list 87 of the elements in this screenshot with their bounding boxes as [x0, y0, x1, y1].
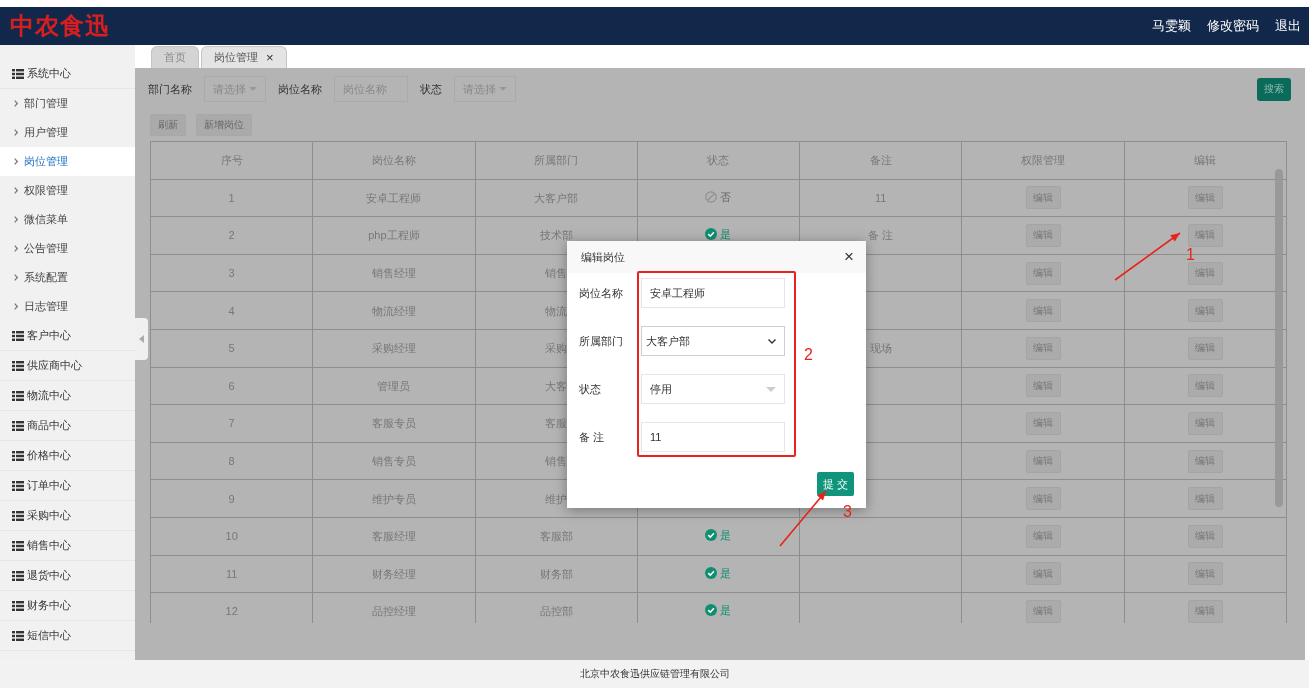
check-icon: [705, 566, 718, 579]
chevron-icon: [768, 338, 776, 344]
header-link[interactable]: 退出: [1275, 17, 1301, 35]
table-cell: 3: [228, 267, 235, 280]
status-text: 是: [720, 528, 732, 543]
table-cell: 9: [228, 492, 235, 505]
sidebar-item[interactable]: 微信菜单: [0, 205, 135, 234]
field-label: 部门名称: [148, 81, 192, 97]
field-label: 岗位名称: [278, 81, 322, 97]
sidebar-item[interactable]: 系统配置: [0, 263, 135, 292]
chevron-icon: [14, 274, 18, 281]
sidebar-item[interactable]: 部门管理: [0, 89, 135, 118]
scrollbar[interactable]: [1275, 169, 1283, 507]
list-icon: [12, 510, 24, 521]
chevron-icon: [14, 245, 18, 252]
tab[interactable]: 首页: [151, 46, 199, 68]
list-icon: [12, 330, 24, 341]
tab[interactable]: 岗位管理 ×: [201, 46, 287, 68]
chevron-icon: [14, 216, 18, 223]
submit-button[interactable]: 提 交: [817, 472, 854, 496]
select-field[interactable]: 停用: [641, 374, 785, 404]
status-text: 是: [720, 227, 732, 242]
input-field[interactable]: 11: [641, 422, 785, 452]
field-label: 备 注: [579, 429, 606, 445]
list-icon: [12, 420, 24, 431]
logo-text: 中农食迅: [10, 12, 110, 41]
table-cell: 8: [228, 455, 235, 468]
caret-icon: [766, 386, 776, 392]
sidebar-item[interactable]: 公告管理: [0, 234, 135, 263]
table-cell: 11: [225, 567, 238, 580]
table-cell: 4: [228, 304, 235, 317]
list-icon: [12, 540, 24, 551]
list-icon: [12, 600, 24, 611]
header-link[interactable]: 修改密码: [1207, 17, 1259, 35]
list-icon: [12, 450, 24, 461]
list-icon: [12, 360, 24, 371]
arrow: [779, 490, 827, 547]
table-cell: 12: [225, 605, 238, 618]
table-cell: 10: [225, 530, 238, 543]
dialog-title: 编辑岗位: [581, 249, 625, 265]
chevron-icon: [14, 187, 18, 194]
chevron-icon: [14, 100, 18, 107]
list-icon: [12, 630, 24, 641]
table-cell: 11: [875, 191, 887, 204]
column-header: 状态: [637, 141, 800, 180]
list-icon: [12, 570, 24, 581]
annotation-number: 1: [1186, 246, 1195, 264]
annotation-number: 2: [804, 346, 813, 364]
close-icon[interactable]: ×: [266, 50, 274, 65]
arrow: [1114, 232, 1181, 281]
user-name: 马雯颖: [1152, 17, 1191, 35]
sidebar-item[interactable]: 用户管理: [0, 118, 135, 147]
field-label: 状态: [420, 81, 442, 97]
table-cell: 5: [228, 342, 235, 355]
table-cell: 6: [228, 379, 235, 392]
table-cell: 7: [228, 417, 235, 430]
table-cell: 1: [228, 191, 235, 204]
sidebar-item[interactable]: 日志管理: [0, 292, 135, 321]
list-icon: [12, 68, 24, 79]
footer-text: 北京中农食迅供应链管理有限公司: [0, 660, 1309, 688]
sidebar-item[interactable]: 岗位管理: [0, 147, 135, 176]
table-cell: 销售: [545, 267, 568, 280]
check-icon: [705, 604, 718, 617]
close-icon[interactable]: ×: [844, 247, 854, 267]
search-button[interactable]: 搜索: [1257, 77, 1291, 101]
collapse-handle[interactable]: [135, 318, 148, 360]
annotation-number: 3: [843, 503, 852, 521]
ban-icon: [705, 190, 718, 203]
table-cell: 2: [228, 229, 235, 242]
field-label: 状态: [579, 381, 602, 397]
chevron-icon: [14, 303, 18, 310]
action-button[interactable]: 新增岗位: [196, 114, 252, 136]
table-cell: 销售: [545, 455, 568, 468]
status-text: 是: [720, 603, 732, 618]
sidebar-group-item[interactable]: 系统中心: [0, 59, 135, 89]
status-text: 是: [720, 565, 732, 580]
field-label: 所属部门: [579, 333, 624, 349]
list-icon: [12, 480, 24, 491]
input-field[interactable]: 安卓工程师: [641, 278, 785, 308]
status-text: 否: [720, 189, 732, 204]
select-field[interactable]: 大客户部: [641, 326, 785, 356]
sidebar-item[interactable]: 权限管理: [0, 176, 135, 205]
chevron-icon: [14, 129, 18, 136]
check-icon: [705, 529, 718, 542]
chevron-icon: [14, 158, 18, 165]
field-label: 岗位名称: [579, 285, 624, 301]
list-icon: [12, 390, 24, 401]
